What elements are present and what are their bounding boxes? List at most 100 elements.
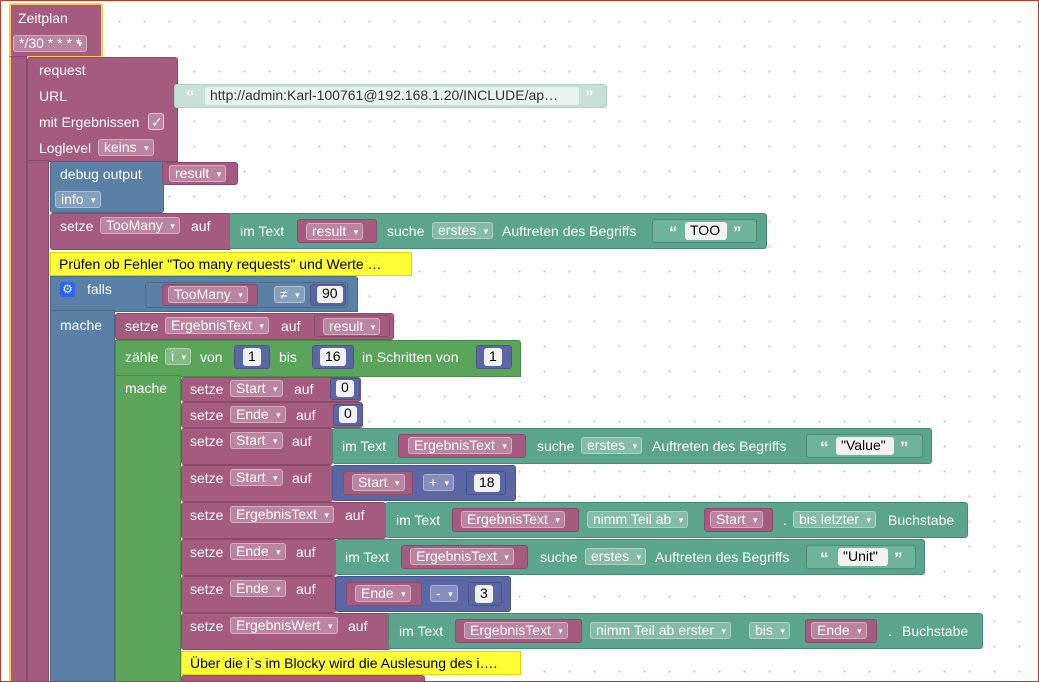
ende-find-suche: suche (540, 549, 578, 565)
compare-var-dropdown[interactable]: TooMany (168, 286, 248, 303)
set-start0-setze: setze (190, 381, 224, 397)
loop-von-label: von (200, 349, 223, 365)
start-add-var-dropdown[interactable]: Start (352, 474, 405, 491)
ende-sub-num-input[interactable]: 3 (475, 585, 493, 603)
ende-find-open-quote: “ (820, 549, 829, 568)
set-start-add-auf: auf (292, 470, 312, 486)
if-body-bar (50, 310, 115, 682)
request-loglevel-label: Loglevel (39, 140, 92, 156)
toomany-text-var-dropdown[interactable]: result (306, 223, 364, 240)
loop-from-input[interactable]: 1 (243, 348, 261, 366)
set-toomany-auf: auf (191, 218, 211, 234)
debug-level-dropdown[interactable]: info (55, 191, 101, 208)
loop-step-label: in Schritten von (362, 349, 459, 365)
next-block-stub[interactable] (181, 675, 425, 682)
comment-blocky-readout[interactable]: Über die i`s im Blocky wird die Auslesun… (181, 651, 521, 675)
schedule-body-bar (9, 56, 27, 682)
loop-to-input[interactable]: 16 (320, 348, 346, 366)
set-start-add-setze: setze (190, 470, 224, 486)
start-add-num-input[interactable]: 18 (474, 474, 500, 492)
set-wert-var-dropdown[interactable]: ErgebnisWert (230, 617, 338, 634)
set-erg1-setze: setze (125, 318, 159, 334)
request-url-label: URL (39, 88, 68, 104)
set-start-find-var-dropdown[interactable]: Start (230, 432, 283, 449)
set-ende-sub-auf: auf (296, 581, 316, 597)
ende-find-search-input[interactable]: "Unit" (838, 548, 888, 566)
schedule-cron-field[interactable]: */30 * * * * (13, 35, 88, 52)
comment-too-many-requests[interactable]: Prüfen ob Fehler "Too many requests" und… (50, 252, 412, 276)
loop-step-input[interactable]: 1 (484, 348, 502, 366)
set-ende0-var-dropdown[interactable]: Ende (230, 406, 286, 423)
ende-find-im-text: im Text (345, 549, 390, 565)
erg-sub-end-dropdown[interactable]: bis letzter (793, 511, 876, 528)
compare-num-input[interactable]: 90 (317, 286, 343, 303)
url-open-quote: “ (186, 87, 195, 106)
wert-dot: . (888, 623, 892, 639)
set-wert-setze: setze (190, 618, 224, 634)
request-title: request (39, 62, 86, 78)
wert-end-mode-dropdown[interactable]: bis (749, 622, 790, 639)
set-ende-find-var-dropdown[interactable]: Ende (230, 543, 286, 560)
debug-output-label: debug output (60, 166, 142, 182)
wert-text-var-dropdown[interactable]: ErgebnisText (464, 622, 568, 639)
set-wert-auf: auf (348, 618, 368, 634)
erg-sub-mode-dropdown[interactable]: nimm Teil ab (587, 511, 689, 528)
request-results-checkbox[interactable]: ✓ (148, 113, 164, 130)
if-mache-label: mache (60, 317, 103, 333)
loop-bis-label: bis (279, 349, 297, 365)
wert-im-text: im Text (399, 623, 444, 639)
start-find-mode-dropdown[interactable]: erstes (581, 437, 643, 454)
erg-sub-text-var-dropdown[interactable]: ErgebnisText (461, 511, 565, 528)
start-find-text-var-dropdown[interactable]: ErgebnisText (408, 437, 512, 454)
start-find-rest-label: Auftreten des Begriffs (652, 438, 787, 454)
loop-zaehle-label: zähle (125, 349, 159, 365)
ende-sub-op-dropdown[interactable]: - (430, 585, 458, 602)
erg-sub-im-text: im Text (396, 512, 441, 528)
debug-var-dropdown[interactable]: result (169, 165, 227, 182)
set-ende-sub-var-dropdown[interactable]: Ende (230, 580, 286, 597)
gear-icon[interactable]: ⚙ (60, 282, 75, 297)
wert-mode-dropdown[interactable]: nimm Teil ab erster (590, 622, 732, 639)
schedule-title: Zeitplan (18, 10, 68, 26)
erg-sub-from-var-dropdown[interactable]: Start (710, 511, 763, 528)
request-loglevel-dropdown[interactable]: keins (98, 139, 154, 156)
set-toomany-var-dropdown[interactable]: TooMany (100, 217, 180, 234)
set-erg1-value-dropdown[interactable]: result (323, 318, 381, 335)
url-close-quote: ” (585, 87, 594, 106)
set-erg1-var-dropdown[interactable]: ErgebnisText (165, 317, 269, 334)
ende-find-mode-dropdown[interactable]: erstes (585, 548, 647, 565)
set-start0-auf: auf (294, 381, 314, 397)
start-find-search-input[interactable]: "Value" (836, 437, 894, 455)
erg-sub-buchstabe: Buchstabe (888, 512, 955, 528)
start-find-open-quote: “ (820, 438, 829, 457)
set-start-add-var-dropdown[interactable]: Start (230, 469, 283, 486)
set-start-find-setze: setze (190, 433, 224, 449)
toomany-search-input[interactable]: TOO (685, 222, 727, 240)
if-falls-label: falls (87, 281, 112, 297)
toomany-open-quote: “ (669, 223, 678, 242)
set-erg-sub-var-dropdown[interactable]: ErgebnisText (230, 506, 334, 523)
start-add-op-dropdown[interactable]: + (423, 474, 455, 491)
set-ende0-num-input[interactable]: 0 (339, 406, 357, 423)
ende-find-text-var-dropdown[interactable]: ErgebnisText (410, 548, 514, 565)
set-ende0-setze: setze (190, 407, 224, 423)
ende-sub-var-dropdown[interactable]: Ende (355, 585, 411, 602)
set-erg1-auf: auf (281, 318, 301, 334)
set-start-find-auf: auf (292, 433, 312, 449)
loop-mache-label: mache (125, 380, 168, 396)
request-results-label: mit Ergebnissen (39, 114, 140, 130)
ende-find-rest-label: Auftreten des Begriffs (655, 549, 790, 565)
toomany-close-quote: ” (733, 223, 742, 242)
loop-var-dropdown[interactable]: i (165, 348, 192, 365)
toomany-im-text: im Text (240, 223, 285, 239)
url-input[interactable]: http://admin:Karl-100761@192.168.1.20/IN… (205, 87, 579, 105)
toomany-rest-label: Auftreten des Begriffs (502, 223, 637, 239)
set-ende-find-auf: auf (296, 544, 316, 560)
toomany-mode-dropdown[interactable]: erstes (432, 222, 494, 239)
start-find-im-text: im Text (342, 438, 387, 454)
wert-to-var-dropdown[interactable]: Ende (811, 622, 867, 639)
set-start0-num-input[interactable]: 0 (336, 380, 354, 397)
set-start0-var-dropdown[interactable]: Start (230, 380, 283, 397)
wert-buchstabe: Buchstabe (902, 623, 969, 639)
compare-op-dropdown[interactable]: ≠ (274, 286, 305, 303)
